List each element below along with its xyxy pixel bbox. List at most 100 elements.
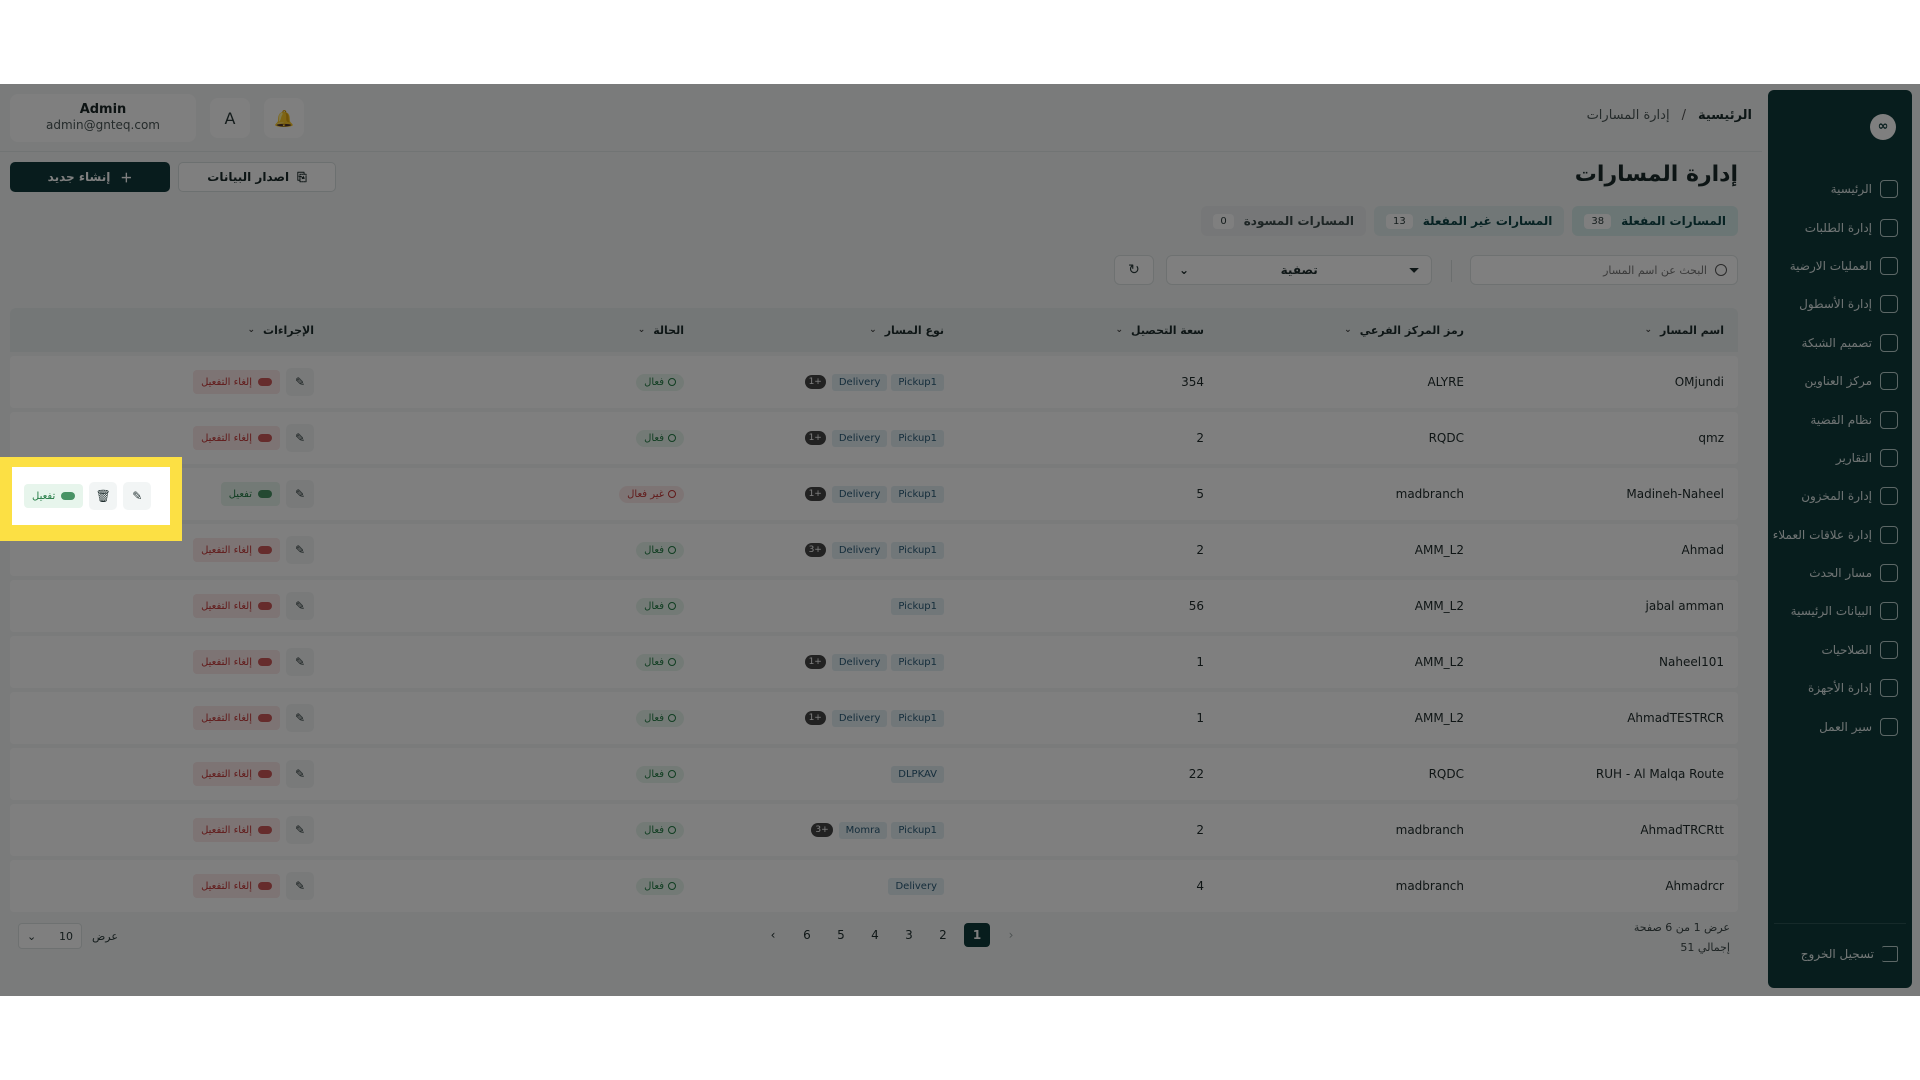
table-row[interactable]: OMjundi ALYRE 354 Pickup1 Delivery 1+ فعال إلغا… [10,356,1738,408]
more-tags-badge[interactable]: 1+ [804,655,826,669]
more-tags-badge[interactable]: 1+ [804,431,826,445]
edit-button[interactable]: ✎ [286,480,314,508]
translate-icon[interactable]: A [210,98,250,138]
export-button[interactable]: اصدار البيانات ⎘ [178,162,336,192]
create-new-button[interactable]: إنشاء جديد ＋ [10,162,170,192]
toggle-activation-button[interactable]: إلغاء التفعيل [193,370,280,394]
chevron-down-icon: ⌄ [1115,325,1123,335]
sidebar-item[interactable]: مركز العناوين [1768,362,1912,400]
status-badge: فعال [636,653,684,671]
table-row[interactable]: Naheel101 AMM_L2 1 Pickup1 Delivery 1+ فعال إلغ… [10,636,1738,688]
edit-button[interactable]: ✎ [286,816,314,844]
delete-button[interactable]: 🗑 [89,482,118,510]
edit-button[interactable]: ✎ [286,872,314,900]
header-capacity[interactable]: سعة التحصيل ⌄ [958,324,1218,337]
table-row[interactable]: Madineh-Naheel madbranch 5 Pickup1 Delivery 1… [10,468,1738,520]
page-button[interactable]: 6 [794,923,820,947]
toggle-activation-button[interactable]: إلغاء التفعيل [193,538,280,562]
sidebar-item[interactable]: إدارة الأسطول [1768,285,1912,323]
sidebar-item[interactable]: مسار الحدث [1768,554,1912,592]
table-row[interactable]: RUH - Al Malqa Route RQDC 22 DLPKAV فعال إلغا… [10,748,1738,800]
toggle-activation-button[interactable]: إلغاء التفعيل [193,706,280,730]
status-tabs: المسارات المفعلة 38 المسارات غير المفعلة… [1201,206,1738,236]
sidebar-item[interactable]: تصميم الشبكة [1768,324,1912,362]
logout-button[interactable]: تسجيل الخروج [1801,946,1898,962]
page-button[interactable]: 5 [828,923,854,947]
toggle-activation-button[interactable]: إلغاء التفعيل [193,818,280,842]
bell-icon[interactable]: 🔔 [264,98,304,138]
table-row[interactable]: qmz RQDC 2 Pickup1 Delivery 1+ فعال إلغاء التفع… [10,412,1738,464]
sidebar-item[interactable]: إدارة الطلبات [1768,208,1912,246]
breadcrumb-home[interactable]: الرئيسية [1698,108,1752,123]
header-status[interactable]: الحالة ⌄ [328,324,698,337]
branch-code: AMM_L2 [1414,599,1464,613]
table-row[interactable]: AhmadTESTRCR AMM_L2 1 Pickup1 Delivery 1+ فعال… [10,692,1738,744]
toggle-activation-button[interactable]: إلغاء التفعيل [193,426,280,450]
edit-button[interactable]: ✎ [123,482,152,510]
table-row[interactable]: Ahmad AMM_L2 2 Pickup1 Delivery 3+ فعال إلغاء ا… [10,524,1738,576]
edit-button[interactable]: ✎ [286,648,314,676]
header-type[interactable]: نوع المسار ⌄ [698,324,958,337]
sidebar-item[interactable]: الرئيسية [1768,170,1912,208]
more-tags-badge[interactable]: 1+ [804,487,826,501]
table-row[interactable]: AhmadTRCRtt madbranch 2 Pickup1 Momra 3+ فعال إ… [10,804,1738,856]
edit-button[interactable]: ✎ [286,368,314,396]
cell-status: فعال [328,373,698,391]
edit-button[interactable]: ✎ [286,536,314,564]
sidebar-item[interactable]: سير العمل [1768,707,1912,745]
edit-button[interactable]: ✎ [286,760,314,788]
previous-page-button[interactable]: › [998,923,1024,947]
toggle-activation-button[interactable]: إلغاء التفعيل [193,594,280,618]
sidebar-item[interactable]: العمليات الارضية [1768,247,1912,285]
header-code[interactable]: رمز المركز الفرعي ⌄ [1218,324,1478,337]
tab-draft-routes[interactable]: المسارات المسودة 0 [1201,206,1366,236]
next-page-button[interactable]: ‹ [760,923,786,947]
sidebar-item-label: سير العمل [1819,719,1872,734]
per-page-select[interactable]: ⌄ 10 [18,923,82,949]
branch-code: AMM_L2 [1414,711,1464,725]
sidebar-item[interactable]: إدارة الأجهزة [1768,669,1912,707]
header-name[interactable]: اسم المسار ⌄ [1478,324,1738,337]
page-button[interactable]: 4 [862,923,888,947]
header-actions[interactable]: الإجراءات ⌄ [10,324,328,337]
toggle-activation-button[interactable]: إلغاء التفعيل [193,874,280,898]
route-name: OMjundi [1674,375,1724,389]
cell-branch-code: ALYRE [1218,375,1478,389]
activate-button[interactable]: تفعيل [24,484,84,508]
toggle-activation-button[interactable]: إلغاء التفعيل [193,762,280,786]
sidebar-item[interactable]: إدارة علاقات العملاء [1768,516,1912,554]
branch-code: AMM_L2 [1414,543,1464,557]
refresh-button[interactable]: ↻ [1114,255,1154,285]
logo-icon[interactable]: ∞ [1870,114,1896,140]
filter-dropdown[interactable]: ⌄ تصفية ⏷ [1166,255,1432,285]
edit-button[interactable]: ✎ [286,592,314,620]
cell-branch-code: AMM_L2 [1218,599,1478,613]
more-tags-badge[interactable]: 3+ [804,543,826,557]
page-button[interactable]: 3 [896,923,922,947]
more-tags-badge[interactable]: 1+ [804,711,826,725]
cell-route-name: Ahmad [1478,543,1738,557]
tab-inactive-routes[interactable]: المسارات غير المفعلة 13 [1374,206,1565,236]
tab-active-routes[interactable]: المسارات المفعلة 38 [1572,206,1738,236]
more-tags-badge[interactable]: 3+ [811,823,833,837]
user-card[interactable]: Admin admin@gnteq.com [10,94,196,142]
toggle-activation-button[interactable]: إلغاء التفعيل [193,650,280,674]
pagination-pages-text: عرض 1 من 6 صفحة [1633,921,1730,934]
table-row[interactable]: Ahmadrcr madbranch 4 Delivery فعال إلغاء التف… [10,860,1738,912]
capacity: 1 [1196,655,1204,669]
search-input[interactable] [1487,263,1707,277]
page-button[interactable]: 1 [964,923,990,947]
route-name: Madineh-Naheel [1626,487,1724,501]
toggle-activation-button[interactable]: تفعيل [220,482,280,506]
more-tags-badge[interactable]: 1+ [804,375,826,389]
sidebar-item[interactable]: نظام القضية [1768,400,1912,438]
sidebar-item[interactable]: التقارير [1768,439,1912,477]
logout-icon [1882,946,1898,962]
sidebar-item[interactable]: البيانات الرئيسية [1768,592,1912,630]
edit-button[interactable]: ✎ [286,704,314,732]
sidebar-item[interactable]: الصلاحيات [1768,631,1912,669]
page-button[interactable]: 2 [930,923,956,947]
sidebar-item[interactable]: إدارة المخزون [1768,477,1912,515]
table-row[interactable]: jabal amman AMM_L2 56 Pickup1 فعال إلغاء التف… [10,580,1738,632]
edit-button[interactable]: ✎ [286,424,314,452]
